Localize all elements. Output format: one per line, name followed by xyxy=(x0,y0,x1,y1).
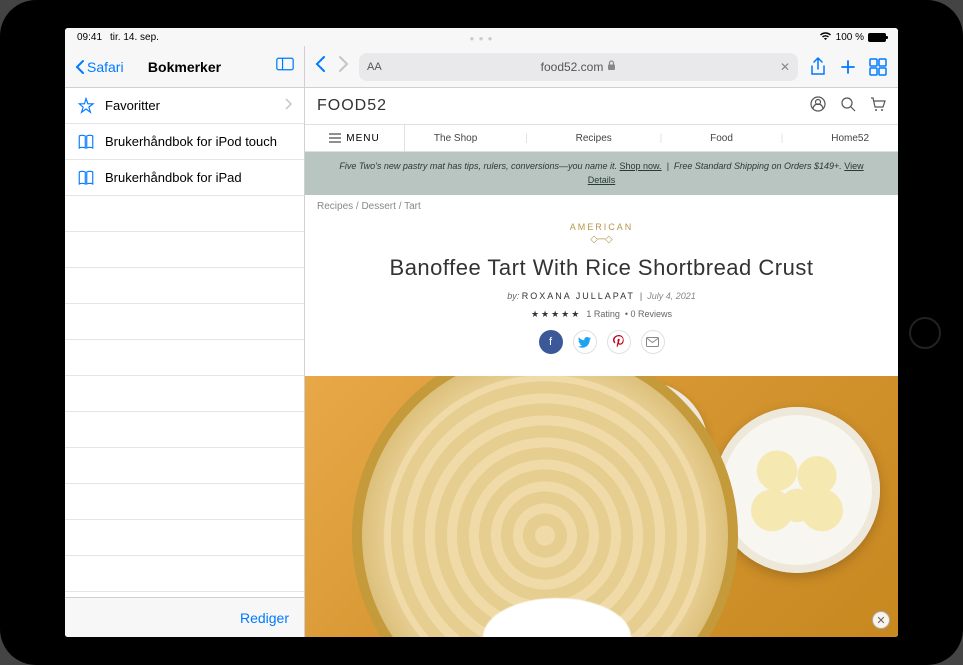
sidebar-item-label: Brukerhåndbok for iPod touch xyxy=(105,134,277,149)
cart-icon[interactable] xyxy=(870,96,886,117)
share-facebook-button[interactable]: f xyxy=(539,330,563,354)
list-item xyxy=(65,340,304,376)
back-label: Safari xyxy=(87,59,124,75)
share-twitter-button[interactable] xyxy=(573,330,597,354)
close-overlay-button[interactable]: ✕ xyxy=(872,611,890,629)
hamburger-icon xyxy=(329,133,341,143)
nav-back-button[interactable] xyxy=(315,55,327,78)
list-item xyxy=(65,484,304,520)
menu-button[interactable]: MENU xyxy=(305,125,405,151)
promo-text-1: Five Two's new pastry mat has tips, rule… xyxy=(339,161,617,171)
list-item xyxy=(65,304,304,340)
recipe-date: July 4, 2021 xyxy=(647,291,696,301)
recipe-header: AMERICAN ◇─◇ Banoffee Tart With Rice Sho… xyxy=(305,218,898,376)
back-to-safari-button[interactable]: Safari xyxy=(75,59,124,75)
address-text: food52.com xyxy=(541,60,604,74)
list-item xyxy=(65,412,304,448)
nav-food[interactable]: Food xyxy=(700,133,743,144)
sidebar-item-ipod-guide[interactable]: Brukerhåndbok for iPod touch xyxy=(65,124,304,160)
home-button[interactable] xyxy=(909,317,941,349)
sidebar-item-ipad-guide[interactable]: Brukerhåndbok for iPad xyxy=(65,160,304,196)
browser-toolbar: AA food52.com ✕ xyxy=(305,46,898,88)
share-pinterest-button[interactable] xyxy=(607,330,631,354)
star-icon xyxy=(77,97,95,115)
nav-recipes[interactable]: Recipes xyxy=(566,133,622,144)
promo-banner: Five Two's new pastry mat has tips, rule… xyxy=(305,152,898,195)
banana-plate xyxy=(714,407,880,573)
ipad-device-frame: ● ● ● 09:41 tir. 14. sep. 100 % xyxy=(0,0,963,665)
site-logo[interactable]: FOOD52 xyxy=(317,97,387,115)
list-item xyxy=(65,520,304,556)
wifi-icon xyxy=(819,31,832,44)
nav-shop[interactable]: The Shop xyxy=(424,133,487,144)
status-date: tir. 14. sep. xyxy=(110,32,159,43)
text-size-button[interactable]: AA xyxy=(367,61,382,73)
book-icon xyxy=(77,133,95,151)
status-time: 09:41 xyxy=(77,32,102,43)
list-item xyxy=(65,196,304,232)
webpage: FOOD52 MENU The Shop xyxy=(305,88,898,637)
chevron-right-icon xyxy=(284,98,292,113)
share-email-button[interactable] xyxy=(641,330,665,354)
list-item xyxy=(65,268,304,304)
recipe-category-tag[interactable]: AMERICAN xyxy=(325,222,878,232)
site-nav: MENU The Shop | Recipes | Food | Home52 xyxy=(305,124,898,152)
bookmarks-sidebar: Safari Bokmerker Favoritter xyxy=(65,46,305,637)
lock-icon xyxy=(607,60,616,74)
screen: 09:41 tir. 14. sep. 100 % Safari xyxy=(65,28,898,637)
nav-home52[interactable]: Home52 xyxy=(821,133,879,144)
content-area: AA food52.com ✕ xyxy=(305,46,898,637)
breadcrumb[interactable]: Recipes / Dessert / Tart xyxy=(305,195,898,218)
share-button[interactable] xyxy=(808,57,828,77)
stop-reload-button[interactable]: ✕ xyxy=(780,60,790,74)
review-count[interactable]: 0 Reviews xyxy=(631,309,673,319)
promo-text-2: Free Standard Shipping on Orders $149+. xyxy=(674,161,842,171)
search-icon[interactable] xyxy=(840,96,856,117)
list-item xyxy=(65,232,304,268)
multitask-handle[interactable]: ● ● ● xyxy=(470,34,494,43)
tabs-button[interactable] xyxy=(868,57,888,77)
nav-forward-button[interactable] xyxy=(337,55,349,78)
by-label: by: xyxy=(507,291,519,301)
rating-count[interactable]: 1 Rating xyxy=(586,309,620,319)
menu-label: MENU xyxy=(346,133,379,144)
sidebar-item-label: Brukerhåndbok for iPad xyxy=(105,170,242,185)
address-bar[interactable]: AA food52.com ✕ xyxy=(359,53,798,81)
recipe-author[interactable]: ROXANA JULLAPAT xyxy=(522,291,635,301)
edit-button[interactable]: Rediger xyxy=(240,610,289,626)
promo-shop-link[interactable]: Shop now. xyxy=(620,161,662,171)
rating-stars-icon[interactable]: ★★★★★ xyxy=(531,309,581,319)
site-header: FOOD52 xyxy=(305,88,898,124)
list-item xyxy=(65,448,304,484)
list-item xyxy=(65,376,304,412)
sidebar-item-label: Favoritter xyxy=(105,98,160,113)
sidebar-title: Bokmerker xyxy=(148,59,221,75)
sidebar-toggle-icon[interactable] xyxy=(276,57,294,76)
battery-percent: 100 % xyxy=(836,32,864,43)
ornament-icon: ◇─◇ xyxy=(325,234,878,245)
account-icon[interactable] xyxy=(810,96,826,117)
sidebar-item-favorites[interactable]: Favoritter xyxy=(65,88,304,124)
recipe-hero-image: ✕ xyxy=(305,376,898,637)
book-icon xyxy=(77,169,95,187)
recipe-title: Banoffee Tart With Rice Shortbread Crust xyxy=(325,255,878,281)
battery-icon xyxy=(868,33,886,42)
list-item xyxy=(65,556,304,592)
new-tab-button[interactable] xyxy=(838,57,858,77)
